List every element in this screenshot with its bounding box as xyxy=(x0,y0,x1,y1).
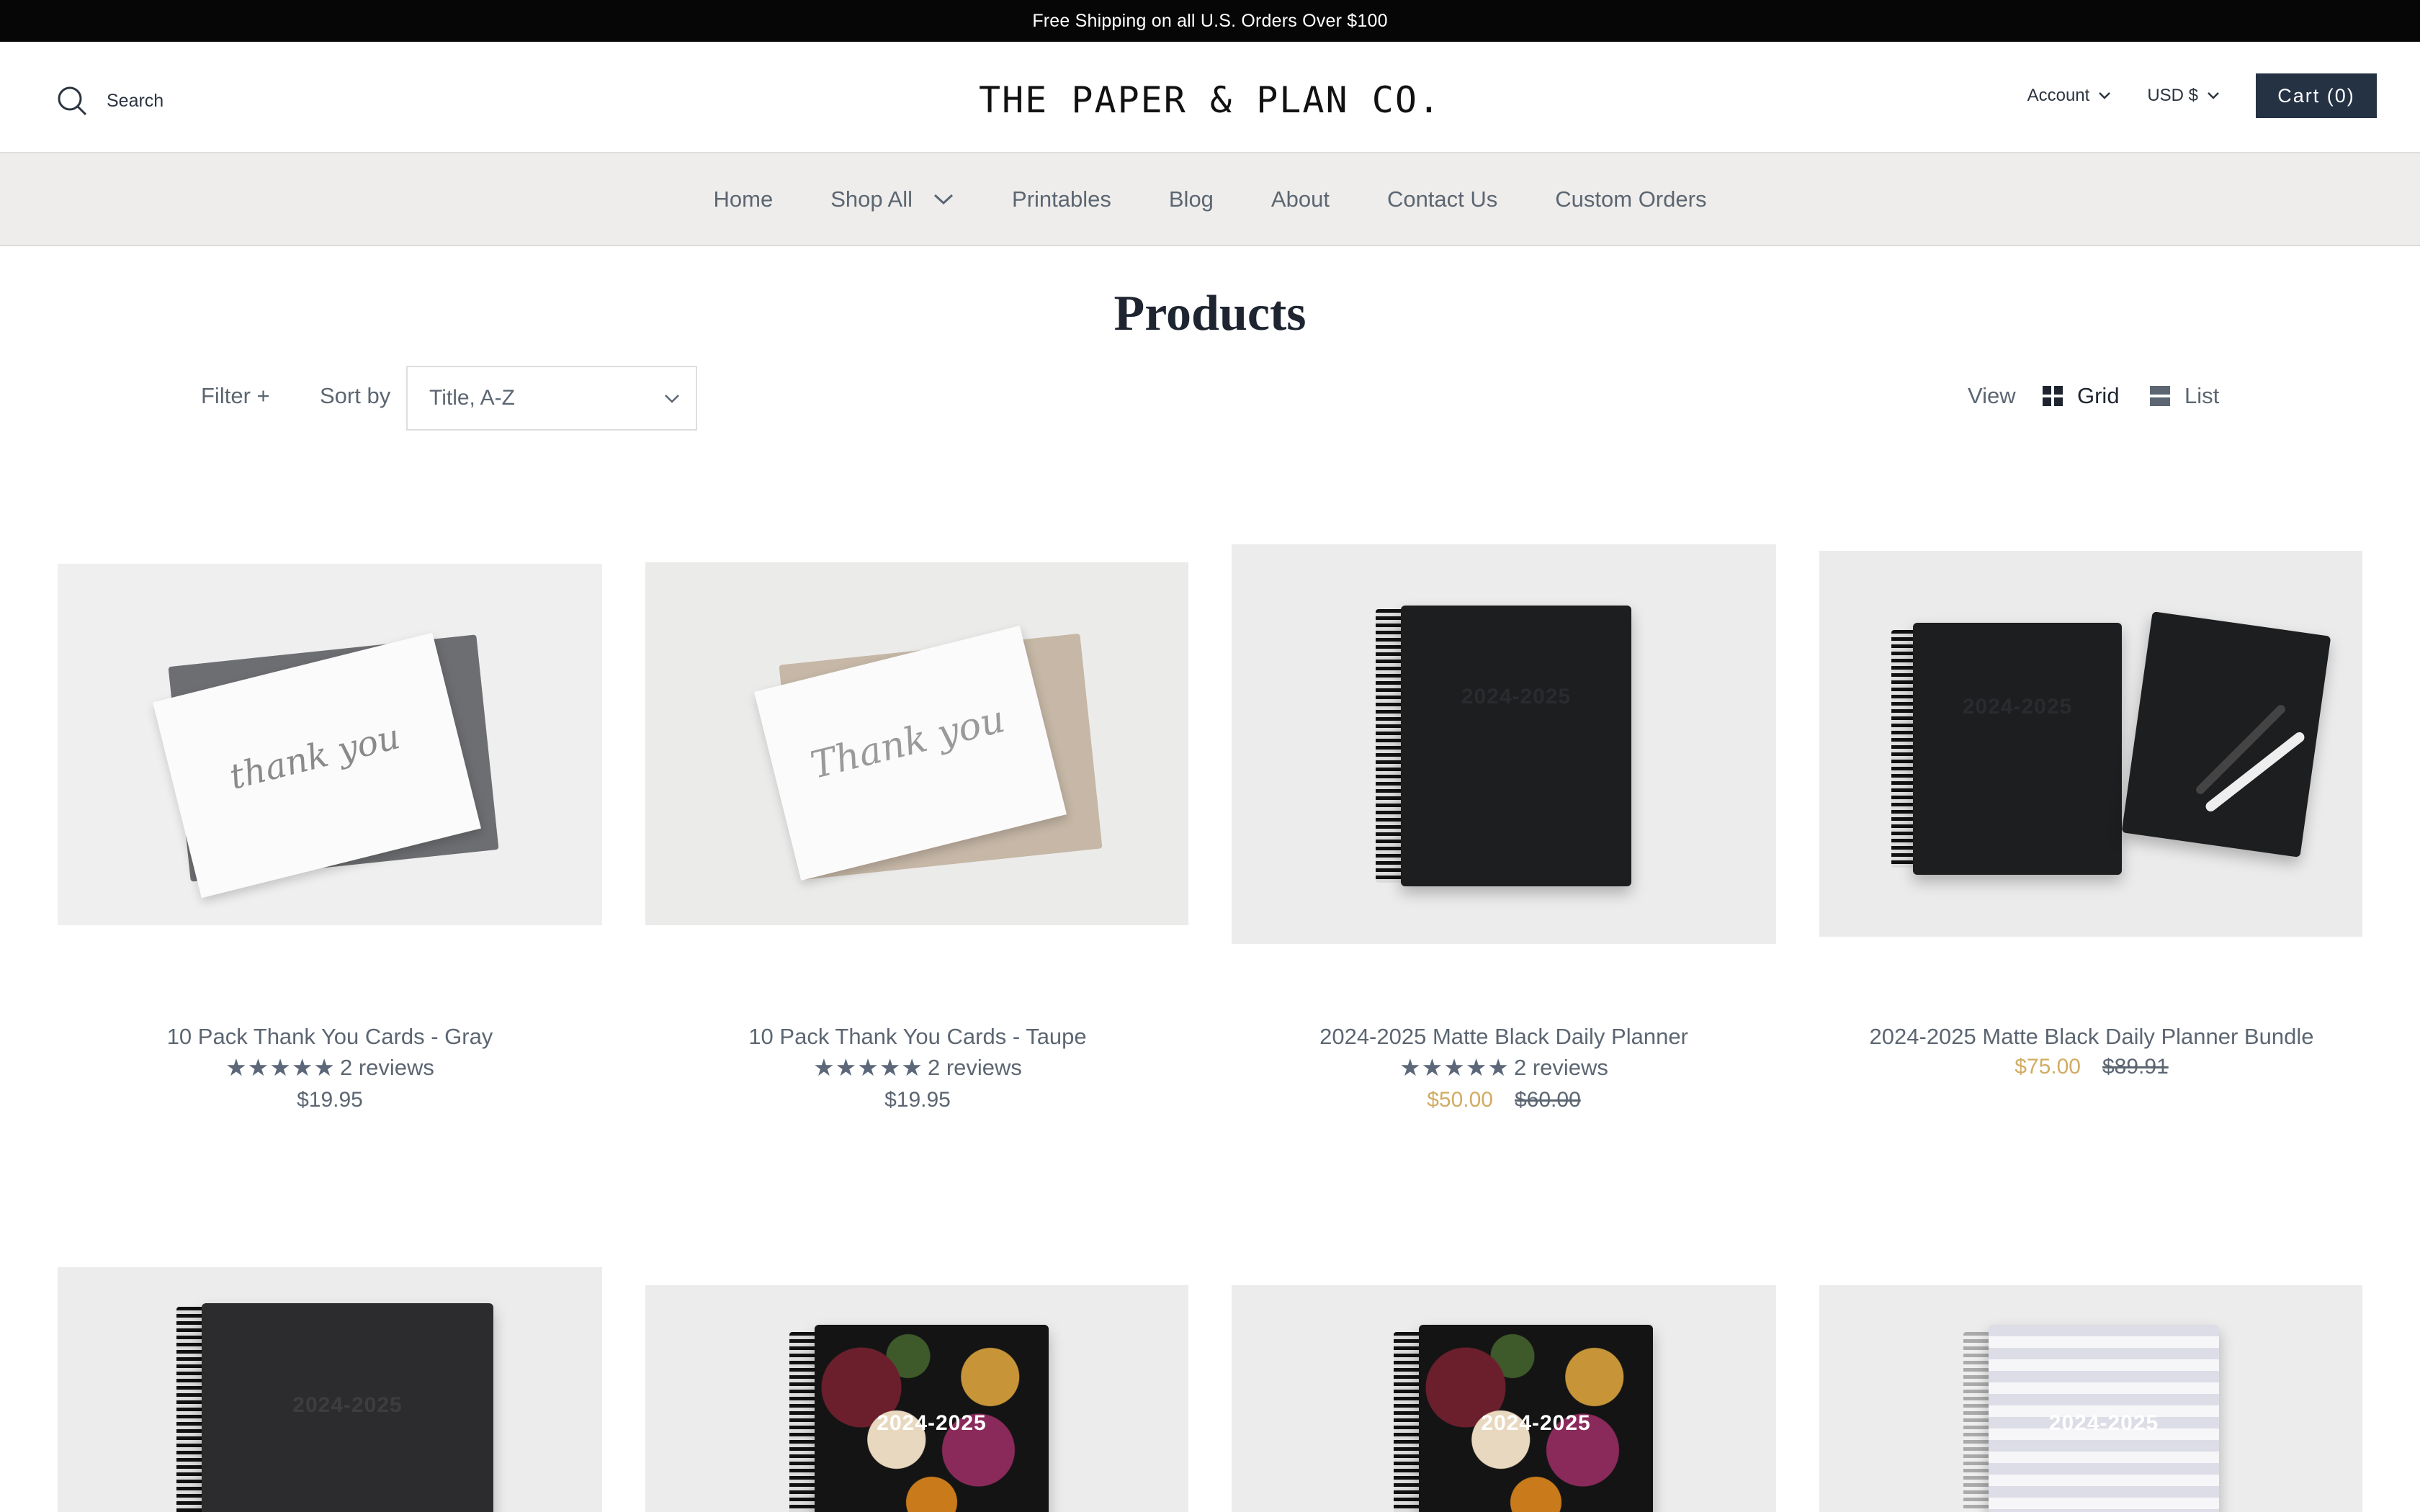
nav-label: About xyxy=(1270,186,1330,212)
product-rating[interactable]: ★★★★★ 2 reviews xyxy=(1232,1051,1776,1084)
product-image[interactable]: 2024-2025 xyxy=(645,1285,1188,1512)
nav-label: Contact Us xyxy=(1386,186,1498,212)
view-list-button[interactable]: List xyxy=(2150,383,2219,409)
planner-cover: 2024-2025 xyxy=(1913,623,2122,875)
product-rating[interactable]: ★★★★★ 2 reviews xyxy=(645,1051,1190,1084)
view-grid-button[interactable]: Grid xyxy=(2043,383,2120,409)
spiral-binding xyxy=(176,1307,205,1512)
product-price: $19.95 xyxy=(884,1088,951,1112)
product-image[interactable]: 2024-2025 xyxy=(1232,1285,1776,1512)
nav-label: Home xyxy=(713,186,774,212)
star-rating-icon: ★★★★★ xyxy=(1399,1054,1510,1081)
nav-item-printables[interactable]: Printables xyxy=(983,186,1140,212)
nav-item-contact-us[interactable]: Contact Us xyxy=(1358,186,1526,212)
planner-cover: 2024-2025 xyxy=(1989,1325,2219,1512)
product-image[interactable]: Thank you xyxy=(645,562,1188,925)
product-price: $50.00 $60.00 xyxy=(1232,1084,1776,1116)
card-script: thank you xyxy=(225,716,404,798)
star-rating-icon: ★★★★★ xyxy=(225,1054,336,1081)
sale-price: $50.00 xyxy=(1427,1088,1493,1112)
spiral-binding xyxy=(1394,1332,1422,1512)
sale-price: $75.00 xyxy=(2015,1055,2081,1079)
compare-price: $89.91 xyxy=(2102,1055,2169,1079)
spiral-binding xyxy=(1376,609,1404,883)
collection-toolbar: Filter + Sort by Title, A-Z View Grid Li… xyxy=(0,366,2420,431)
product-image[interactable]: 2024-2025 xyxy=(58,1267,602,1512)
product-rating[interactable]: ★★★★★ 2 reviews xyxy=(58,1051,602,1084)
cover-year: 2024-2025 xyxy=(1481,1411,1591,1435)
nav-item-blog[interactable]: Blog xyxy=(1140,186,1242,212)
announcement-text: Free Shipping on all U.S. Orders Over $1… xyxy=(1032,10,1388,31)
account-label: Account xyxy=(2027,86,2090,105)
planner-cover: 2024-2025 xyxy=(815,1325,1049,1512)
main-nav: Home Shop All Printables Blog About Cont… xyxy=(0,153,2420,246)
cover-year: 2024-2025 xyxy=(292,1393,403,1417)
chevron-down-icon xyxy=(2099,92,2111,99)
card-script: Thank you xyxy=(806,698,1009,788)
sort-value: Title, A-Z xyxy=(429,386,515,410)
nav-label: Blog xyxy=(1168,186,1214,212)
product-image[interactable]: thank you xyxy=(58,564,602,925)
cart-button[interactable]: Cart (0) xyxy=(2256,73,2377,118)
sort-select[interactable]: Title, A-Z xyxy=(406,366,697,431)
nav-item-home[interactable]: Home xyxy=(685,186,802,212)
review-count: 2 reviews xyxy=(927,1055,1022,1080)
chevron-down-icon xyxy=(2208,92,2219,99)
cover-year: 2024-2025 xyxy=(1962,695,2073,719)
review-count: 2 reviews xyxy=(339,1055,434,1080)
view-grid-label: Grid xyxy=(2077,383,2120,408)
site-header: Search THE PAPER & PLAN CO. Account USD … xyxy=(0,42,2420,153)
cover-year: 2024-2025 xyxy=(1461,685,1572,708)
announcement-bar: Free Shipping on all U.S. Orders Over $1… xyxy=(0,0,2420,42)
filter-button[interactable]: Filter + xyxy=(201,383,270,409)
star-rating-icon: ★★★★★ xyxy=(813,1054,923,1081)
sort-label: Sort by xyxy=(320,383,391,408)
product-image[interactable]: 2024-2025 xyxy=(1819,1285,2362,1512)
product-title[interactable]: 10 Pack Thank You Cards - Gray xyxy=(58,1022,602,1051)
spiral-binding xyxy=(1963,1332,1992,1512)
review-count: 2 reviews xyxy=(1513,1055,1608,1080)
grid-icon xyxy=(2043,386,2063,406)
nav-label: Custom Orders xyxy=(1555,186,1707,212)
currency-label: USD $ xyxy=(2147,86,2198,105)
product-price: $75.00 $89.91 xyxy=(1819,1051,2364,1083)
cover-year: 2024-2025 xyxy=(877,1411,987,1435)
product-image[interactable]: 2024-2025 xyxy=(1232,544,1776,944)
nav-label: Shop All xyxy=(830,186,913,212)
compare-price: $60.00 xyxy=(1515,1088,1581,1112)
planner-cover: 2024-2025 xyxy=(1401,606,1631,886)
account-menu[interactable]: Account xyxy=(2027,86,2112,106)
chevron-down-icon[interactable] xyxy=(933,193,954,206)
spiral-binding xyxy=(789,1332,818,1512)
chevron-down-icon xyxy=(665,395,679,403)
cover-year: 2024-2025 xyxy=(2048,1411,2159,1435)
view-label: View xyxy=(1968,383,2016,408)
product-title[interactable]: 2024-2025 Matte Black Daily Planner Bund… xyxy=(1819,1022,2364,1051)
product-price: $19.95 xyxy=(297,1088,363,1112)
product-title[interactable]: 10 Pack Thank You Cards - Taupe xyxy=(645,1022,1190,1051)
nav-label: Printables xyxy=(1012,186,1111,212)
planner-cover: 2024-2025 xyxy=(1419,1325,1653,1512)
page-title: Products xyxy=(1113,286,1307,341)
list-icon xyxy=(2150,386,2170,406)
nav-item-about[interactable]: About xyxy=(1242,186,1358,212)
product-title[interactable]: 2024-2025 Matte Black Daily Planner xyxy=(1232,1022,1776,1051)
nav-item-custom-orders[interactable]: Custom Orders xyxy=(1526,186,1735,212)
product-image[interactable]: 2024-2025 xyxy=(1819,551,2362,937)
nav-item-shop-all[interactable]: Shop All xyxy=(802,186,983,212)
view-list-label: List xyxy=(2184,383,2220,408)
planner-cover: 2024-2025 xyxy=(202,1303,493,1512)
currency-selector[interactable]: USD $ xyxy=(2147,86,2220,106)
